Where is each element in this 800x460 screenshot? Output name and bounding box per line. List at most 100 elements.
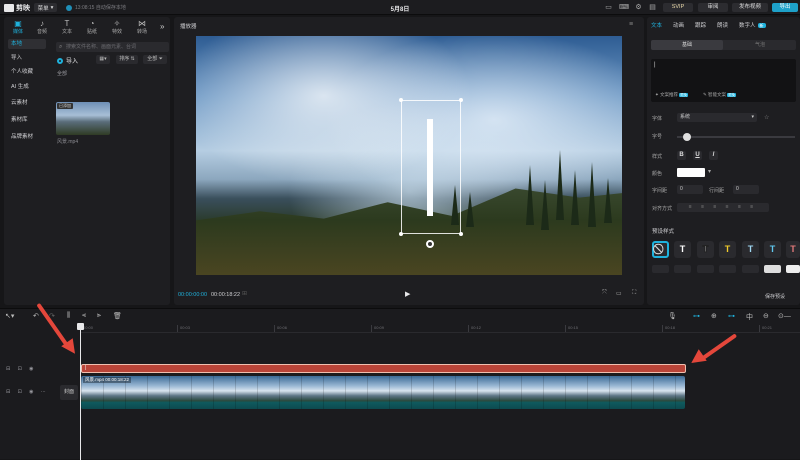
rotate-handle-icon[interactable]	[426, 240, 434, 248]
preset-yellow[interactable]: T	[719, 241, 736, 258]
tab-animation[interactable]: 动画	[673, 21, 684, 29]
tab-read-aloud[interactable]: 朗读	[717, 21, 728, 29]
letter-spacing-input[interactable]: 0	[677, 185, 703, 194]
font-select[interactable]: 系统 ▾	[677, 113, 757, 122]
media-search-input[interactable]: ⌕ 搜索文件名称、画面元素、台词	[56, 42, 169, 52]
export-button[interactable]: 导出	[772, 3, 798, 12]
playhead[interactable]	[80, 324, 81, 460]
tab-audio[interactable]: ♪ 音频	[32, 19, 52, 36]
save-preset-button[interactable]: 保存预设	[765, 293, 785, 300]
shortcut-icon[interactable]: ⌨	[619, 3, 629, 12]
text-track-header[interactable]: ⊟ ⊡ ◉	[6, 366, 37, 372]
nav-local[interactable]: 本地	[8, 39, 46, 49]
bold-button[interactable]: B	[677, 151, 686, 160]
resize-handle[interactable]	[459, 98, 463, 102]
preset-row2[interactable]	[652, 265, 669, 273]
preset-row2[interactable]	[674, 265, 691, 273]
split-left-icon[interactable]: ⫷	[82, 312, 86, 320]
ratio-icon[interactable]: ▭	[616, 290, 622, 297]
select-tool-icon[interactable]: ↖▾	[5, 312, 14, 320]
settings-icon[interactable]: ⚙	[634, 3, 643, 12]
video-track-header[interactable]: ⊟ ⊡ ◉ ⋯	[6, 389, 49, 395]
subtab-basic[interactable]: 基础	[651, 40, 723, 50]
nav-library[interactable]: 素材库	[8, 115, 46, 125]
sort-button[interactable]: 排序 ⇅	[116, 55, 138, 64]
delete-icon[interactable]: 🗑	[113, 312, 122, 320]
chevron-down-icon[interactable]: ▾	[708, 168, 711, 175]
fullscreen-icon[interactable]: ⛶	[632, 290, 636, 297]
more-tabs-icon[interactable]: »	[160, 22, 164, 31]
play-icon[interactable]: ▶	[405, 290, 410, 298]
preset-row2[interactable]	[719, 265, 736, 273]
resize-handle[interactable]	[399, 232, 403, 236]
video-clip[interactable]: 风景.mp4 00:00:18:22	[81, 376, 685, 409]
center-icon[interactable]: 中	[746, 312, 753, 322]
view-toggle-icon[interactable]: ▦▾	[96, 55, 110, 64]
zoom-out-icon[interactable]: ⊖	[763, 312, 769, 320]
timeline-toolbar: ↖▾ ↶ ↷ ⫼ ⫷ ⫸ 🗑 🎙 ⊶ ⊕ ⊶ 中 ⊖ ⊙—	[0, 309, 800, 323]
mic-icon[interactable]: 🎙	[668, 312, 677, 320]
effects-icon: ✧	[113, 19, 121, 28]
crop-icon[interactable]: ⤧	[602, 290, 607, 297]
svip-button[interactable]: SVIP	[663, 3, 693, 12]
layout-icon[interactable]: ▭	[604, 3, 613, 12]
menu-icon[interactable]: ≡	[629, 21, 633, 28]
tab-label: 文本	[61, 29, 72, 35]
copy-recommend-button[interactable]: ✦ 文案推荐 限免	[655, 92, 689, 98]
tab-digital-human[interactable]: 数字人新	[739, 21, 766, 29]
publish-button[interactable]: 发布视频	[732, 3, 768, 12]
tab-text-props[interactable]: 文本	[651, 21, 662, 29]
resize-handle[interactable]	[459, 232, 463, 236]
timecode-grid-icon[interactable]: ⊞	[242, 290, 247, 297]
nav-ai-generate[interactable]: AI 生成	[8, 82, 46, 92]
subtab-bubble[interactable]: 气泡	[724, 40, 796, 50]
no-style-icon[interactable]: ⃠	[652, 241, 669, 258]
font-favorite-icon[interactable]: ☆	[764, 114, 769, 121]
import-button[interactable]: 导入	[57, 56, 78, 65]
align-buttons[interactable]: ≡ ≡ ≡ ≡ ≡ ≡	[677, 203, 769, 212]
tab-sticker[interactable]: ◔ 贴纸	[82, 19, 102, 36]
tab-effects[interactable]: ✧ 特效	[107, 19, 127, 36]
nav-brand[interactable]: 品牌素材	[8, 132, 46, 142]
nav-cloud[interactable]: 云素材	[8, 98, 46, 108]
split-right-icon[interactable]: ⫸	[97, 312, 101, 320]
preview-axis-icon[interactable]: ⊶	[728, 312, 735, 320]
undo-icon[interactable]: ↶	[33, 312, 39, 320]
size-slider[interactable]	[677, 136, 795, 138]
split-icon[interactable]: ⫼	[67, 312, 70, 320]
preset-white[interactable]: T	[674, 241, 691, 258]
tab-tracking[interactable]: 跟踪	[695, 21, 706, 29]
filter-button[interactable]: 全部 ⏷	[143, 55, 167, 64]
preset-blue[interactable]: T	[764, 241, 781, 258]
preset-lightblue[interactable]: T	[742, 241, 759, 258]
video-canvas[interactable]	[196, 36, 622, 275]
italic-button[interactable]: I	[709, 151, 718, 160]
resize-handle[interactable]	[399, 98, 403, 102]
preset-row2[interactable]	[742, 265, 759, 273]
menu-button[interactable]: 菜单 ▾	[34, 3, 57, 12]
color-swatch[interactable]	[677, 168, 705, 177]
preset-row2[interactable]	[764, 265, 781, 273]
preset-row2[interactable]	[697, 265, 714, 273]
underline-button[interactable]: U	[693, 151, 702, 160]
link-icon[interactable]: ⊕	[711, 312, 717, 320]
tab-transition[interactable]: ⋈ 转场	[132, 19, 152, 36]
line-spacing-input[interactable]: 0	[733, 185, 759, 194]
tab-text[interactable]: T 文本	[57, 19, 77, 36]
preset-red[interactable]: T	[786, 241, 800, 258]
nav-import[interactable]: 导入	[8, 53, 46, 63]
time-ruler[interactable]: 00:00 00:03 00:06 00:09 00:12 00:15 00:1…	[80, 323, 800, 333]
tab-media[interactable]: ▣ 媒体	[8, 19, 28, 36]
preset-row2[interactable]	[786, 265, 800, 273]
smart-copy-button[interactable]: ✎ 智能文案 限免	[703, 92, 737, 98]
cover-button[interactable]: 封面	[60, 385, 78, 400]
text-clip[interactable]: |	[81, 364, 686, 373]
main-track-magnet-icon[interactable]: ⊶	[693, 312, 700, 320]
preset-outline[interactable]: T	[697, 241, 714, 258]
size-slider-handle[interactable]	[682, 133, 691, 141]
review-button[interactable]: 审阅	[698, 3, 728, 12]
nav-favorites[interactable]: 个人收藏	[8, 67, 46, 77]
media-thumbnail[interactable]: 已添加	[56, 102, 110, 135]
layout-toggle-icon[interactable]: ▤	[648, 3, 657, 12]
zoom-slider-icon[interactable]: ⊙—	[778, 312, 791, 320]
